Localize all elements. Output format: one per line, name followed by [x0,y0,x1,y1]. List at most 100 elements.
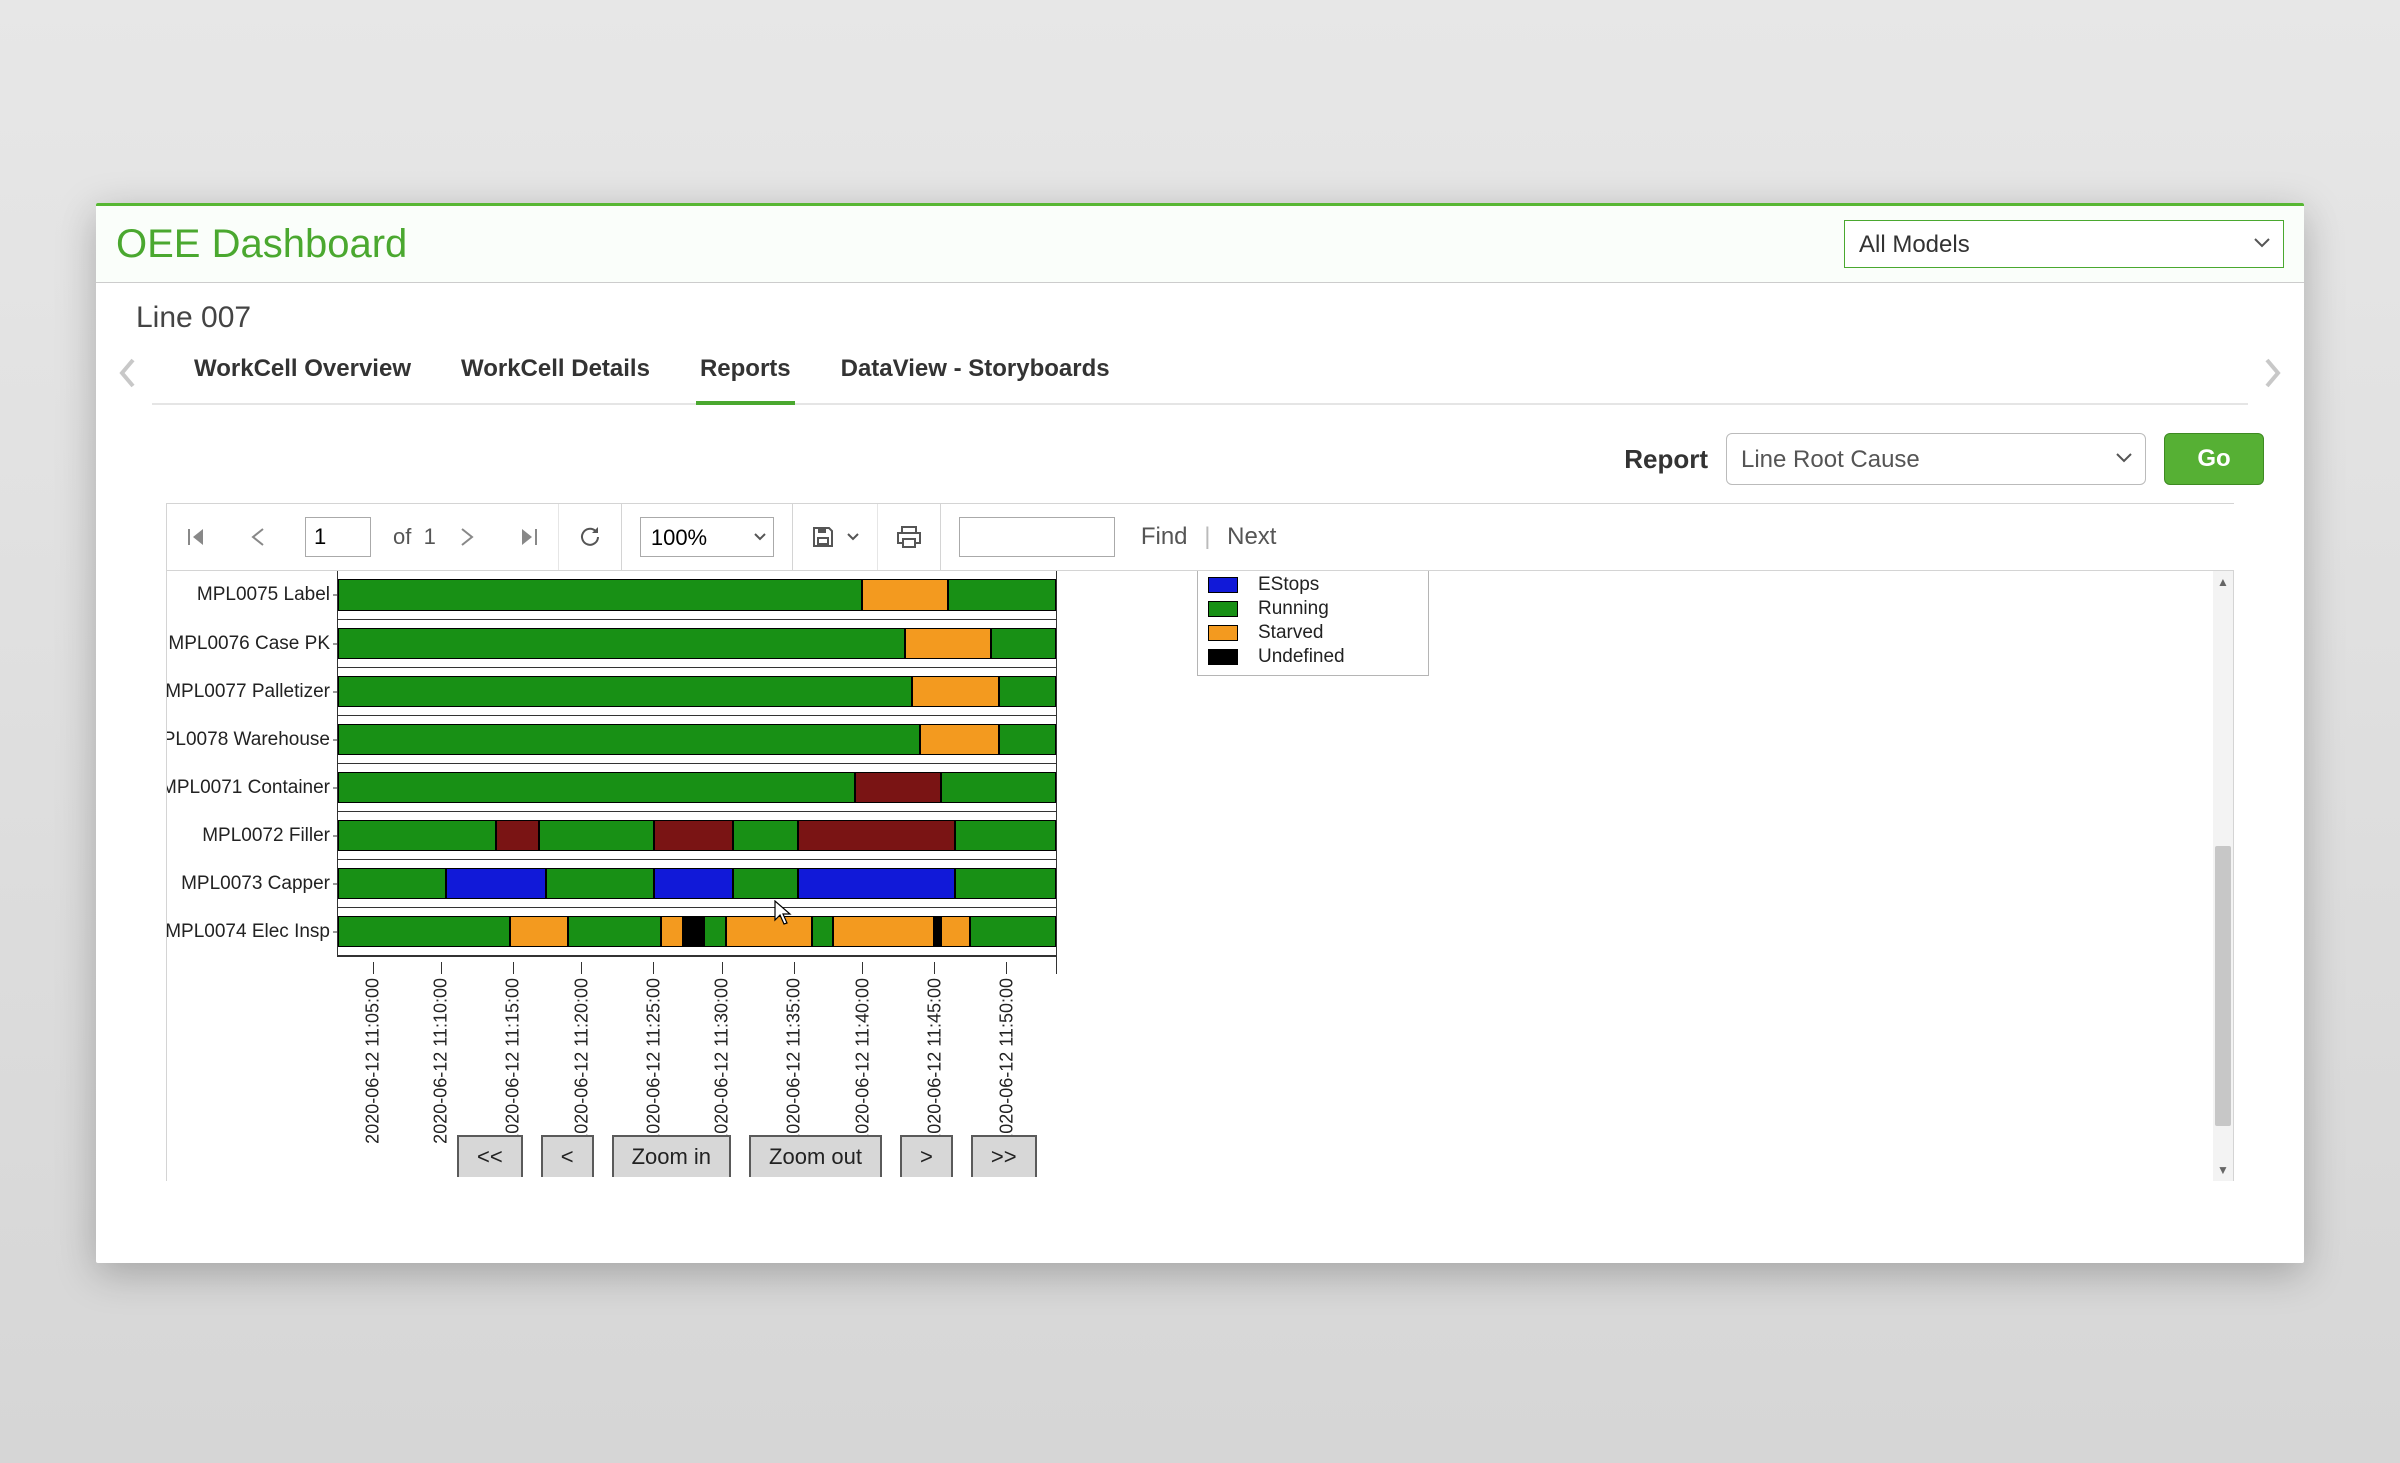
tb-page-nav: of 1 [167,504,559,570]
chart-nav: << < Zoom in Zoom out > >> [457,1135,1037,1177]
x-tick-label: 2020-06-12 11:30:00 [712,978,733,1144]
vertical-scrollbar[interactable]: ▲ ▼ [2213,571,2233,1181]
tabs-scroll-left[interactable] [114,353,142,393]
gantt-segment [934,917,941,946]
gantt-segment [999,677,1056,706]
gantt-segment [338,821,496,850]
line-label: Line 007 [96,283,2304,341]
zoom-in-button[interactable]: Zoom in [612,1135,731,1177]
x-tick-label: 2020-06-12 11:35:00 [784,978,805,1144]
gantt-segment [661,917,683,946]
gantt-segments [338,676,1056,707]
gantt-segment [338,580,862,610]
legend-item: Running [1208,597,1418,621]
find-links: Find | Next [1127,523,1277,551]
chevron-down-icon[interactable] [847,533,859,541]
zoom-out-button[interactable]: Zoom out [749,1135,882,1177]
tb-save [793,504,878,570]
tb-find: Find | Next [941,504,1295,570]
model-select[interactable]: All Models [1844,220,2284,268]
gantt-segment [970,917,1056,946]
gantt-segment [999,725,1056,754]
gantt-segment [546,869,654,898]
gantt-row-label: MPL0072 Filler [202,825,330,847]
x-tick-label: 2020-06-12 11:10:00 [431,978,452,1144]
legend-label: Running [1258,598,1329,620]
gantt-row-label: MPL0075 Label [197,584,330,606]
of-text: of 1 [383,524,446,550]
go-button[interactable]: Go [2164,433,2264,485]
gantt-segments [338,868,1056,899]
gantt-segment [704,917,726,946]
tabs-bar: WorkCell Overview WorkCell Details Reports… [152,341,2248,405]
tabs-row: WorkCell Overview WorkCell Details Reports… [96,341,2304,405]
tab-workcell-details[interactable]: WorkCell Details [457,343,654,405]
legend-swatch [1208,577,1238,593]
gantt-segment [991,629,1056,658]
find-input[interactable] [959,517,1115,557]
legend: EStopsRunningStarvedUndefined [1197,571,1429,676]
first-page-icon[interactable] [185,526,207,548]
gantt-segment [941,917,970,946]
x-tick-label: 2020-06-12 11:40:00 [852,978,873,1144]
refresh-icon[interactable] [577,524,603,550]
report-select[interactable]: Line Root Cause [1726,433,2146,485]
x-tick-label: 2020-06-12 11:05:00 [363,978,384,1144]
report-viewport: MPL0075 LabelMPL0076 Case PKMPL0077 Pall… [166,571,2234,1181]
gantt-chart: MPL0075 LabelMPL0076 Case PKMPL0077 Pall… [337,571,1057,1094]
page-title: OEE Dashboard [116,222,407,267]
x-tick-label: 2020-06-12 11:45:00 [924,978,945,1144]
gantt-row: MPL0075 Label [338,571,1056,619]
zoom-select[interactable]: 100% [640,517,774,557]
nav-prev-button[interactable]: < [541,1135,594,1177]
dashboard-panel: OEE Dashboard All Models Line 007 WorkCe… [96,203,2304,1263]
gantt-row-label: MPL0074 Elec Insp [166,921,330,943]
next-page-icon[interactable] [458,526,476,548]
nav-first-button[interactable]: << [457,1135,523,1177]
gantt-segment [446,869,547,898]
scroll-thumb[interactable] [2215,846,2231,1127]
gantt-segment [912,677,998,706]
next-link[interactable]: Next [1227,523,1276,550]
nav-last-button[interactable]: >> [971,1135,1037,1177]
tb-print [878,504,941,570]
tab-workcell-overview[interactable]: WorkCell Overview [190,343,415,405]
x-tick-label: 2020-06-12 11:15:00 [503,978,524,1144]
gantt-segment [338,725,920,754]
report-inner: MPL0075 LabelMPL0076 Case PKMPL0077 Pall… [167,571,2213,1181]
legend-label: Starved [1258,622,1323,644]
tabs-scroll-right[interactable] [2258,353,2286,393]
gantt-row: MPL0073 Capper [338,859,1056,907]
header-bar: OEE Dashboard All Models [96,203,2304,283]
legend-label: Undefined [1258,646,1345,668]
gantt-row: MPL0078 Warehouse [338,715,1056,763]
gantt-segment [683,917,705,946]
save-icon[interactable] [811,525,835,549]
print-icon[interactable] [896,525,922,549]
gantt-segments [338,820,1056,851]
gantt-segment [726,917,812,946]
tb-zoom: 100% [622,504,793,570]
tab-dataview-storyboards[interactable]: DataView - Storyboards [837,343,1114,405]
gantt-row-label: MPL0076 Case PK [168,633,330,655]
gantt-segment [338,917,510,946]
gantt-segment [510,917,567,946]
x-tick-label: 2020-06-12 11:50:00 [996,978,1017,1144]
gantt-segment [654,821,733,850]
gantt-segment [338,629,905,658]
nav-next-button[interactable]: > [900,1135,953,1177]
gantt-segments [338,628,1056,659]
page-input[interactable] [305,517,371,557]
tab-reports[interactable]: Reports [696,343,795,405]
gantt-segment [733,869,798,898]
scroll-down-icon[interactable]: ▼ [2213,1161,2233,1179]
find-link[interactable]: Find [1141,523,1188,550]
scroll-up-icon[interactable]: ▲ [2213,573,2233,591]
prev-page-icon[interactable] [249,526,267,548]
gantt-segment [733,821,798,850]
gantt-segments [338,916,1056,947]
gantt-row: MPL0076 Case PK [338,619,1056,667]
last-page-icon[interactable] [518,526,540,548]
gantt-segment [812,917,834,946]
gantt-segment [798,821,956,850]
